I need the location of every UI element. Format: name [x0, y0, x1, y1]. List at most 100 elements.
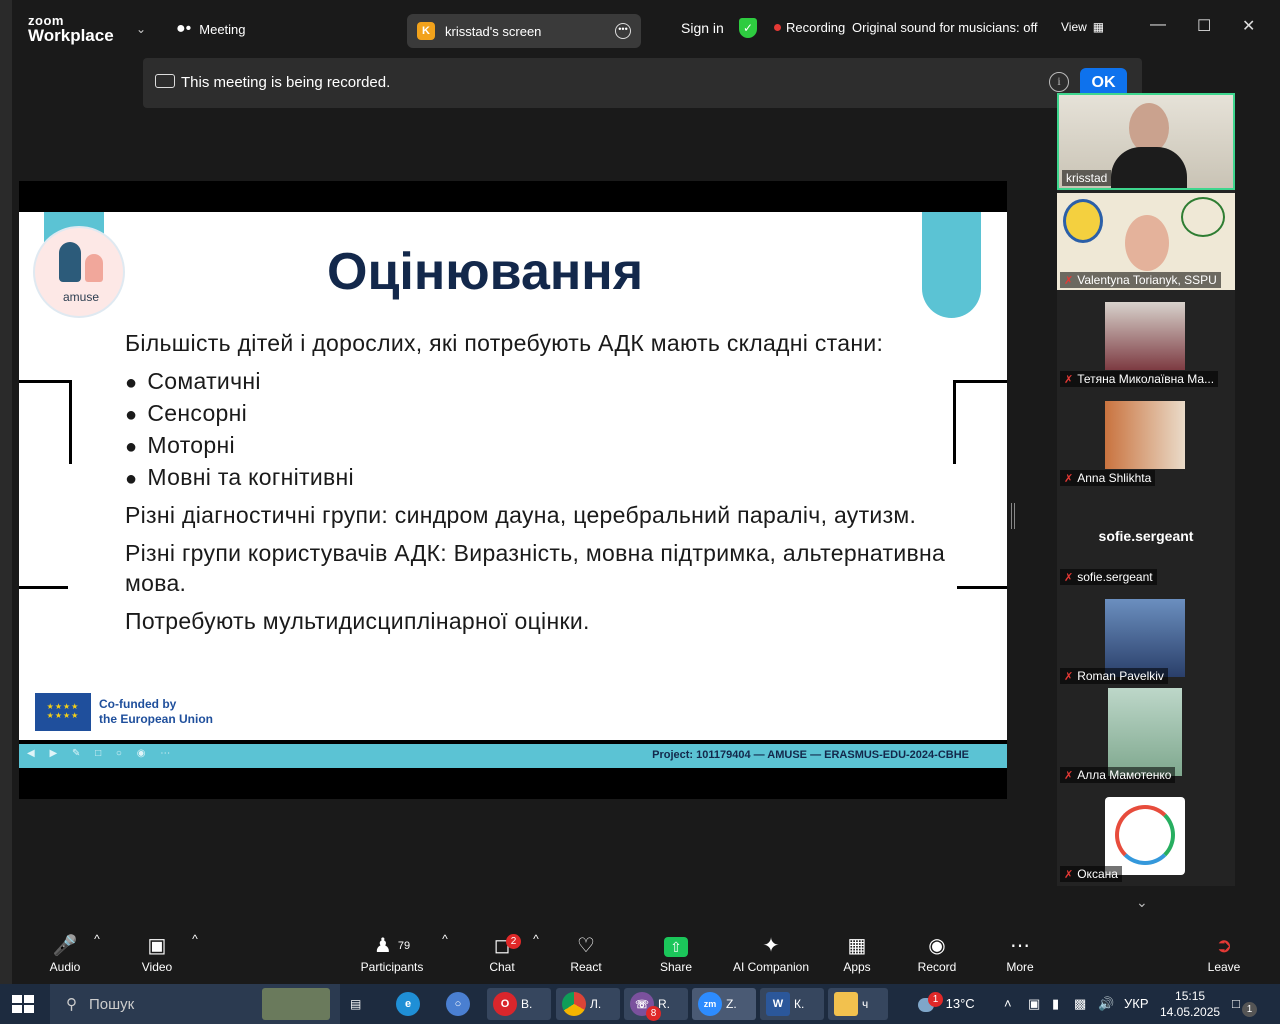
ai-companion-button[interactable]: ✦ AI Companion — [726, 932, 816, 974]
slide-paragraph-diagnostic: Різні діагностичні групи: синдром дауна,… — [125, 502, 917, 528]
recording-indicator[interactable]: Recording — [774, 20, 845, 35]
clock[interactable]: 15:15 14.05.2025 — [1160, 988, 1220, 1020]
video-tile-tetiana[interactable]: ✗ Тетяна Миколаївна Ма... — [1057, 292, 1235, 389]
screen-share-pill[interactable]: K krisstad's screen ••• — [407, 14, 641, 48]
temperature: 13°C — [945, 996, 975, 1011]
record-label: Record — [917, 960, 957, 974]
participants-button[interactable]: ♟ 79 Participants — [352, 932, 432, 974]
apps-button[interactable]: ▦ Apps — [822, 932, 892, 974]
taskbar-app-opera[interactable]: O В. — [487, 988, 551, 1020]
mic-off-icon: ✗ — [1064, 373, 1074, 386]
slide-paragraph-assessment: Потребують мультидисциплінарної оцінки. — [125, 608, 590, 634]
leave-button[interactable]: ➲ Leave — [1189, 932, 1259, 974]
leave-label: Leave — [1207, 960, 1241, 974]
network-icon[interactable]: ▩ — [1074, 996, 1086, 1012]
weather-badge: 1 — [928, 992, 943, 1007]
participant-name-tag: ✗ Тетяна Миколаївна Ма... — [1060, 371, 1219, 387]
more-dots-icon[interactable]: ••• — [615, 23, 631, 39]
chat-button[interactable]: ◻ 2 Chat — [467, 932, 537, 974]
participant-name-tag: ✗ Roman Pavelkiv — [1060, 668, 1168, 684]
logo-figure-adult — [59, 242, 81, 282]
taskbar-app-chrome[interactable]: Л. — [556, 988, 620, 1020]
panel-resize-handle[interactable] — [1011, 503, 1015, 529]
chevron-down-icon[interactable]: ⌄ — [136, 22, 146, 36]
participant-name: Roman Pavelkiv — [1077, 669, 1164, 683]
record-button[interactable]: ◉ Record — [902, 932, 972, 974]
info-icon[interactable]: i — [1049, 72, 1069, 92]
slide-body: Більшість дітей і дорослих, які потребую… — [125, 328, 965, 644]
chat-icon: ◻ — [493, 935, 511, 957]
taskbar-app-word[interactable]: W К. — [760, 988, 824, 1020]
eu-line-2: the European Union — [99, 712, 213, 726]
original-sound-status[interactable]: Original sound for musicians: off — [852, 20, 1037, 35]
weather-widget[interactable]: 1 13°C — [918, 992, 975, 1012]
people-icon: ●• — [176, 20, 192, 37]
sign-in-link[interactable]: Sign in — [681, 20, 724, 36]
task-view-icon[interactable]: ▤ — [344, 988, 367, 1020]
more-dots-icon: ⋯ — [1010, 935, 1030, 957]
taskbar-app-explorer[interactable]: ч — [828, 988, 888, 1020]
view-button[interactable]: View ▦ — [1061, 20, 1104, 34]
microphone-tray-icon[interactable]: ▮ — [1052, 996, 1059, 1012]
presentation-slide: amuse Оцінювання Більшість дітей і дорос… — [19, 212, 1007, 740]
record-icon: ◉ — [928, 935, 946, 957]
taskbar-app-viber[interactable]: ☏ R. 8 — [624, 988, 688, 1021]
windows-start-icon[interactable] — [12, 995, 34, 1013]
audio-options-caret[interactable]: ^ — [90, 932, 104, 946]
participant-name-tag: ✗ sofie.sergeant — [1060, 569, 1157, 585]
chat-options-caret[interactable]: ^ — [529, 932, 543, 946]
participant-name-tag: ✗ Алла Мамотенко — [1060, 767, 1176, 783]
video-tile-krisstad[interactable]: krisstad — [1057, 93, 1235, 190]
chrome-icon — [562, 992, 586, 1016]
react-button[interactable]: ♡ React — [551, 932, 621, 974]
mic-off-icon: ✗ — [1064, 868, 1074, 881]
video-tile-alla[interactable]: ✗ Алла Мамотенко — [1057, 688, 1235, 785]
search-highlight-image[interactable] — [262, 988, 330, 1020]
video-button[interactable]: ▣ Video — [122, 932, 192, 974]
chrome-alt-icon[interactable]: ○ — [440, 988, 476, 1020]
list-item: Сенсорні — [125, 398, 965, 430]
notification-count: 1 — [1242, 1002, 1257, 1017]
recording-dot-icon — [774, 24, 781, 31]
taskbar-app-zoom[interactable]: zm Z. — [692, 988, 756, 1020]
amuse-logo: amuse — [33, 226, 125, 318]
owner-initial-badge: K — [417, 22, 435, 40]
more-button[interactable]: ⋯ More — [985, 932, 1055, 974]
participants-options-caret[interactable]: ^ — [438, 932, 452, 946]
slide-intro: Більшість дітей і дорослих, які потребую… — [125, 330, 884, 356]
video-tile-sofie[interactable]: sofie.sergeant ✗ sofie.sergeant — [1057, 490, 1235, 587]
clock-time: 15:15 — [1175, 989, 1206, 1003]
video-tile-valentyna[interactable]: ✗ Valentyna Torianyk, SSPU — [1057, 193, 1235, 290]
banner-text: This meeting is being recorded. — [181, 74, 391, 91]
taskbar-app-label: К. — [794, 997, 805, 1011]
meeting-menu[interactable]: ●• Meeting — [176, 20, 246, 38]
leave-exit-icon: ➲ — [1215, 935, 1233, 957]
edge-icon[interactable]: e — [390, 988, 426, 1020]
taskbar-app-label: ч — [862, 997, 869, 1011]
slide-footer: ◀ ▶ ✎ □ ○ ◉ ⋯ Project: 101179404 — AMUSE… — [19, 744, 1007, 768]
notifications-icon[interactable]: □ 1 — [1232, 996, 1257, 1017]
video-camera-icon: ▣ — [147, 935, 167, 957]
video-tile-anna[interactable]: ✗ Anna Shlikhta — [1057, 391, 1235, 488]
scroll-down-chevron-icon[interactable]: ⌄ — [1136, 894, 1148, 911]
share-button[interactable]: ⇧ Share — [641, 932, 711, 974]
encryption-shield-icon[interactable]: ✓ — [739, 18, 757, 38]
mic-off-icon: ✗ — [1064, 670, 1074, 683]
maximize-icon[interactable]: ☐ — [1197, 16, 1211, 36]
close-icon[interactable]: ✕ — [1242, 16, 1255, 36]
react-label: React — [570, 960, 602, 974]
presenter-controls[interactable]: ◀ ▶ ✎ □ ○ ◉ ⋯ — [27, 748, 176, 759]
video-options-caret[interactable]: ^ — [188, 932, 202, 946]
video-tile-oksana[interactable]: ✗ Оксана — [1057, 787, 1235, 884]
meet-now-icon[interactable]: ▣ — [1028, 996, 1040, 1012]
shared-screen: amuse Оцінювання Більшість дітей і дорос… — [19, 181, 1007, 799]
participant-video — [1105, 599, 1185, 677]
participant-video — [1105, 302, 1185, 370]
video-tile-roman[interactable]: ✗ Roman Pavelkiv — [1057, 589, 1235, 686]
input-language[interactable]: УКР — [1124, 996, 1149, 1011]
show-hidden-icons-chevron[interactable]: ˄ — [1004, 996, 1012, 1011]
participants-count: 79 — [397, 940, 411, 952]
volume-icon[interactable]: 🔊 — [1098, 996, 1114, 1012]
brand-bottom: Workplace — [28, 26, 114, 45]
minimize-icon[interactable]: — — [1150, 16, 1166, 34]
